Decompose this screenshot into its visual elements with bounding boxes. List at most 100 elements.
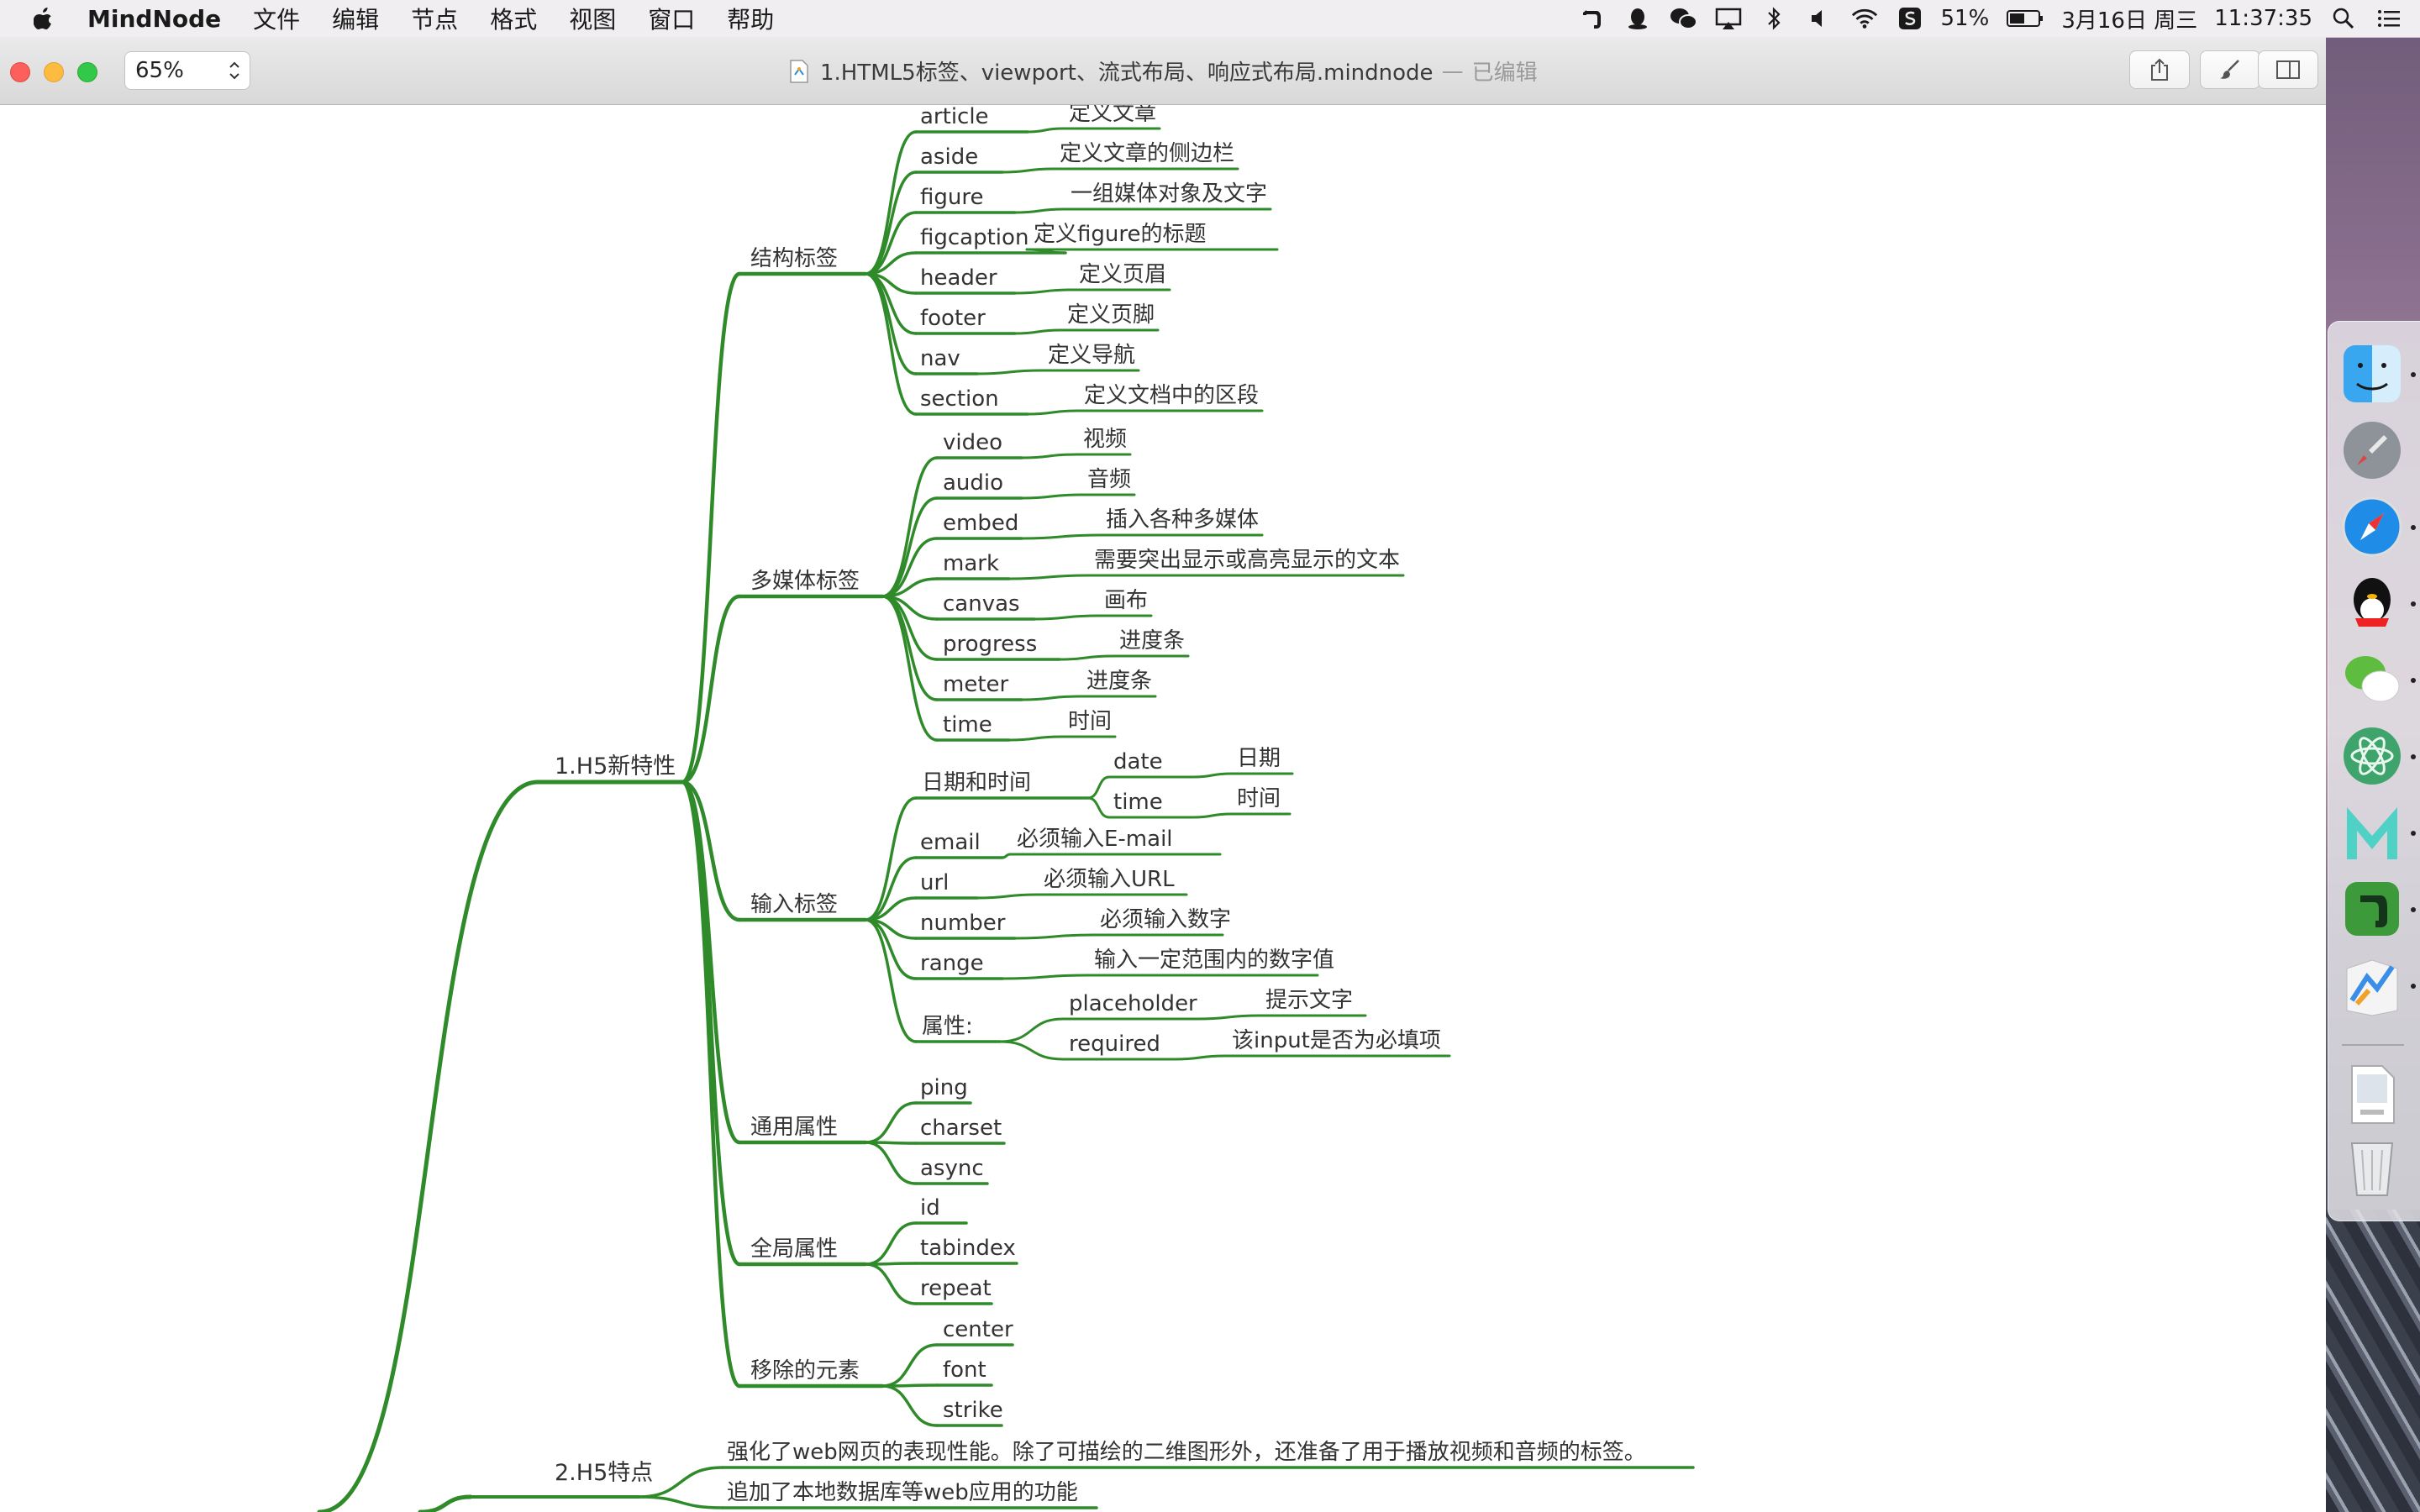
tag-section[interactable]: section [920,387,999,411]
group-input-tags[interactable]: 输入标签 [750,893,838,916]
app-menu-mindnode[interactable]: MindNode [87,5,221,33]
desc-figcaption[interactable]: 定义figure的标题 [1034,223,1206,246]
menu-edit[interactable]: 编辑 [332,2,379,35]
tag-url[interactable]: url [920,871,949,895]
main-node-h5-characteristics[interactable]: 2.H5特点 [555,1462,653,1485]
subgroup-attributes[interactable]: 属性: [922,1015,973,1038]
finder-icon[interactable] [2340,342,2404,406]
safari-icon[interactable] [2340,495,2404,559]
desc-range[interactable]: 输入一定范围内的数字值 [1094,948,1334,972]
desc-header[interactable]: 定义页眉 [1079,263,1166,286]
desc-number[interactable]: 必须输入数字 [1100,908,1231,932]
menu-date[interactable]: 3月16日 周三 [2061,3,2197,34]
evernote-status-icon[interactable] [1578,6,1607,31]
tag-range[interactable]: range [920,952,984,975]
menu-file[interactable]: 文件 [253,2,300,35]
tag-progress[interactable]: progress [943,633,1037,656]
tag-date-input[interactable]: date [1113,750,1163,774]
tag-embed[interactable]: embed [943,512,1018,535]
sogou-input-icon[interactable] [1896,6,1924,31]
tag-canvas[interactable]: canvas [943,592,1020,616]
desc-audio[interactable]: 音频 [1087,468,1131,491]
battery-icon[interactable] [2006,6,2044,31]
desc-meter[interactable]: 进度条 [1086,669,1152,693]
tag-repeat[interactable]: repeat [920,1277,992,1300]
desc-required[interactable]: 该input是否为必填项 [1232,1029,1441,1053]
notification-center-icon[interactable] [2375,6,2403,31]
menu-clock[interactable]: 11:37:35 [2214,6,2312,31]
desc-figure[interactable]: 一组媒体对象及文字 [1071,182,1267,206]
tag-charset[interactable]: charset [920,1116,1002,1140]
desc-email[interactable]: 必须输入E-mail [1017,827,1173,851]
mindnode-icon[interactable] [2340,953,2404,1017]
sidebar-toggle-button[interactable] [2258,50,2318,89]
atom-icon[interactable] [2340,724,2404,788]
group-structure-tags[interactable]: 结构标签 [750,247,838,270]
desc-article[interactable]: 定义文章 [1069,105,1156,125]
volume-icon[interactable] [1805,6,1833,31]
bluetooth-icon[interactable] [1760,6,1788,31]
minimize-button[interactable] [44,62,64,82]
airplay-icon[interactable] [1714,6,1743,31]
tag-number[interactable]: number [920,911,1005,935]
group-common-attributes[interactable]: 通用属性 [750,1116,838,1139]
tag-audio[interactable]: audio [943,471,1003,495]
tag-strike[interactable]: strike [943,1399,1003,1422]
tag-ping[interactable]: ping [920,1076,968,1100]
desc-aside[interactable]: 定义文章的侧边栏 [1060,142,1234,165]
tag-font[interactable]: font [943,1358,986,1382]
qq-icon[interactable] [2340,571,2404,635]
tag-footer[interactable]: footer [920,307,986,330]
tag-placeholder[interactable]: placeholder [1069,992,1197,1016]
desc-time-media[interactable]: 时间 [1068,710,1112,733]
qq-status-icon[interactable] [1623,6,1652,31]
tag-time-media[interactable]: time [943,713,992,737]
tag-article[interactable]: article [920,105,989,129]
apple-menu-icon[interactable] [34,7,54,30]
desc-video[interactable]: 视频 [1083,428,1127,451]
group-removed-elements[interactable]: 移除的元素 [750,1359,860,1383]
main-node-h5-features[interactable]: 1.H5新特性 [555,755,676,779]
tag-center[interactable]: center [943,1318,1013,1341]
wechat-status-icon[interactable] [1669,6,1697,31]
tag-email[interactable]: email [920,831,981,854]
tag-id[interactable]: id [920,1196,940,1220]
tag-required[interactable]: required [1069,1032,1160,1056]
wechat-icon[interactable] [2340,648,2404,711]
desc-progress[interactable]: 进度条 [1119,629,1185,653]
desc-mark[interactable]: 需要突出显示或高亮显示的文本 [1094,549,1400,572]
desc-embed[interactable]: 插入各种多媒体 [1106,508,1259,532]
tag-meter[interactable]: meter [943,673,1008,696]
spotlight-search-icon[interactable] [2329,6,2358,31]
style-inspector-button[interactable] [2200,50,2260,89]
desc-time-input[interactable]: 时间 [1237,787,1281,811]
tag-figure[interactable]: figure [920,186,983,209]
menu-window[interactable]: 窗口 [648,2,695,35]
tag-header[interactable]: header [920,266,997,290]
mindmap-canvas[interactable]: 1.H5新特性 2.H5特点 结构标签 article 定义文章 aside 定义文章的侧边… [0,105,2326,1512]
trash-icon[interactable] [2340,1135,2404,1199]
group-media-tags[interactable]: 多媒体标签 [750,570,860,593]
tag-tabindex[interactable]: tabindex [920,1236,1016,1260]
desc-section[interactable]: 定义文档中的区段 [1084,384,1259,407]
zoom-level-select[interactable]: 65% [124,51,250,90]
menu-node[interactable]: 节点 [411,2,458,35]
close-button[interactable] [10,62,30,82]
evernote-icon[interactable] [2340,877,2404,941]
desc-footer[interactable]: 定义页脚 [1067,303,1155,327]
desc-url[interactable]: 必须输入URL [1044,868,1175,891]
group-global-attributes[interactable]: 全局属性 [750,1237,838,1261]
html-document-icon[interactable] [2340,1063,2404,1126]
feature-2[interactable]: 追加了本地数据库等web应用的功能 [727,1481,1078,1504]
menu-view[interactable]: 视图 [569,2,616,35]
share-button[interactable] [2129,50,2190,89]
subgroup-datetime[interactable]: 日期和时间 [922,771,1031,795]
menu-format[interactable]: 格式 [490,2,537,35]
desc-nav[interactable]: 定义导航 [1048,344,1135,367]
tag-video[interactable]: video [943,431,1002,454]
desc-date-input[interactable]: 日期 [1237,747,1281,770]
desc-canvas[interactable]: 画布 [1104,589,1148,612]
launchpad-icon[interactable] [2340,418,2404,482]
tag-time-input[interactable]: time [1113,790,1163,814]
tag-async[interactable]: async [920,1157,984,1180]
